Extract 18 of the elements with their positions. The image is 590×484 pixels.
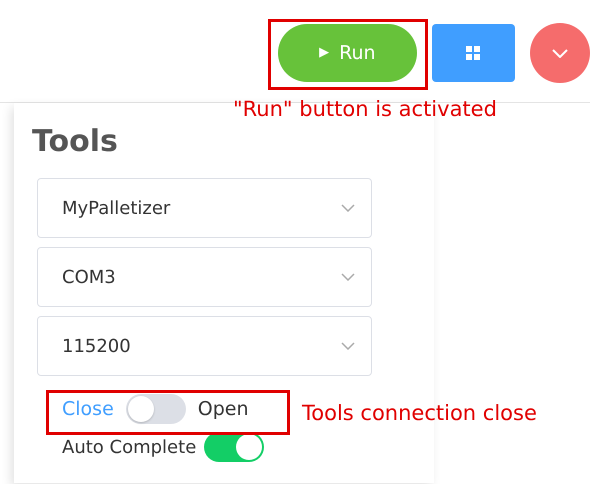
select-field[interactable]: COM3 — [37, 247, 372, 307]
grid-icon — [466, 46, 480, 60]
chevron-down-icon — [341, 204, 355, 212]
annotation-text: Tools connection close — [302, 403, 537, 424]
panel-title: Tools — [32, 125, 119, 158]
annotation-text: "Run" button is activated — [233, 99, 497, 120]
auto-complete-label: Auto Complete — [62, 436, 196, 460]
auto-complete-switch[interactable] — [204, 432, 264, 462]
chevron-down-icon — [341, 342, 355, 350]
connection-switch[interactable] — [126, 394, 186, 424]
grid-button[interactable] — [432, 24, 515, 82]
select-field[interactable]: MyPalletizer — [37, 178, 372, 238]
chevron-down-icon — [552, 48, 568, 58]
close-label: Close — [62, 396, 114, 422]
open-label: Open — [198, 396, 249, 422]
select-field[interactable]: 115200 — [37, 316, 372, 376]
chevron-down-icon — [341, 273, 355, 281]
play-icon: ▶ — [319, 43, 330, 63]
